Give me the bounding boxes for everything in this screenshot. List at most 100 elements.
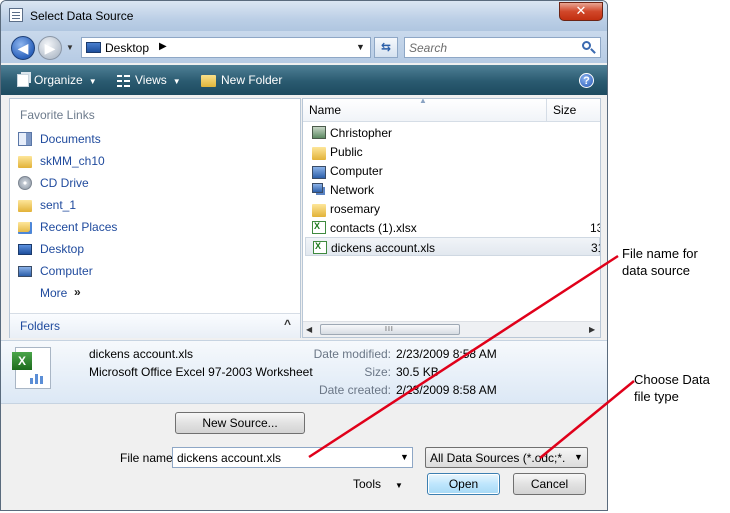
excel-logo-icon: X — [12, 352, 32, 370]
refresh-button[interactable]: ⇆ — [374, 37, 398, 58]
search-box[interactable] — [404, 37, 601, 58]
folder-icon — [312, 147, 326, 160]
chevron-down-icon: ▼ — [395, 481, 403, 490]
date-modified-label: Date modified: — [313, 347, 391, 361]
organize-icon — [17, 74, 29, 88]
new-folder-label: New Folder — [221, 73, 283, 87]
new-source-button[interactable]: New Source... — [175, 412, 305, 434]
file-name: dickens account.xls — [331, 241, 436, 255]
back-button[interactable]: ◀ — [11, 36, 35, 60]
more-links-button[interactable]: More » — [16, 283, 286, 305]
favorite-link-documents[interactable]: Documents — [16, 129, 286, 151]
horizontal-scrollbar[interactable]: ◀ III ▶ — [303, 321, 600, 337]
command-toolbar: Organize ▼ Views ▼ New Folder ? — [1, 65, 607, 95]
chevron-down-icon[interactable]: ▼ — [574, 452, 583, 462]
file-list: Name ▲ Size Christopher Public Computer … — [302, 98, 601, 338]
favorite-link-recent-places[interactable]: Recent Places — [16, 217, 286, 239]
open-button[interactable]: Open — [427, 473, 500, 495]
close-button[interactable]: ✕ — [559, 2, 603, 21]
detail-file-type: Microsoft Office Excel 97-2003 Worksheet — [89, 365, 313, 379]
favorite-link-computer[interactable]: Computer — [16, 261, 286, 283]
file-name: rosemary — [330, 202, 381, 216]
folder-icon — [18, 156, 32, 168]
help-icon[interactable]: ? — [579, 73, 594, 88]
file-name-label: File name: — [120, 451, 177, 465]
file-size: 31 — [591, 241, 600, 255]
more-label: More — [40, 286, 68, 300]
favorite-link-cd-drive[interactable]: CD Drive — [16, 173, 286, 195]
forward-button[interactable]: ▶ — [38, 36, 62, 60]
views-button[interactable]: Views ▼ — [117, 65, 181, 95]
organize-button[interactable]: Organize ▼ — [17, 65, 97, 95]
file-type-select[interactable]: All Data Sources (*.odc;*.mdb;*.mde;*.ac… — [425, 447, 588, 468]
size-label: Size: — [364, 365, 391, 379]
scroll-thumb[interactable]: III — [320, 324, 460, 335]
folders-toggle[interactable]: Folders ^ — [10, 313, 300, 338]
window-title: Select Data Source — [30, 9, 134, 23]
back-arrow-icon: ◀ — [17, 40, 29, 56]
favorite-link-label: Computer — [40, 264, 93, 278]
favorite-link-label: Recent Places — [40, 220, 118, 234]
breadcrumb-arrow-icon[interactable]: ▶ — [159, 41, 167, 52]
address-bar[interactable]: Desktop ▶ ▼ — [81, 37, 371, 58]
sort-ascending-icon: ▲ — [419, 98, 427, 105]
computer-icon — [18, 266, 32, 277]
file-row[interactable]: Christopher — [305, 123, 600, 142]
scroll-right-icon[interactable]: ▶ — [589, 325, 595, 334]
file-row[interactable]: Network — [305, 180, 600, 199]
user-folder-icon — [312, 126, 326, 139]
close-icon: ✕ — [575, 3, 587, 18]
column-header-name[interactable]: Name — [309, 103, 341, 117]
favorite-link-label: sent_1 — [40, 198, 77, 212]
file-size: 13 — [590, 221, 600, 235]
file-name: Network — [330, 183, 375, 197]
cancel-button[interactable]: Cancel — [513, 473, 586, 495]
file-row[interactable]: Public — [305, 142, 600, 161]
favorite-link-skmm-ch10[interactable]: skMM_ch10 — [16, 151, 286, 173]
views-label: Views — [135, 73, 167, 87]
favorite-links-header: Favorite Links — [20, 108, 95, 122]
column-header-size[interactable]: Size — [553, 103, 576, 117]
address-location[interactable]: Desktop — [105, 41, 149, 55]
file-row[interactable]: Computer — [305, 161, 600, 180]
scroll-grip-icon: III — [385, 326, 394, 333]
chevron-down-icon: ▼ — [88, 77, 97, 86]
scroll-left-icon[interactable]: ◀ — [306, 325, 312, 334]
new-folder-button[interactable]: New Folder — [201, 65, 282, 95]
file-name: Christopher — [330, 126, 393, 140]
file-row[interactable]: contacts (1).xlsx 13 — [305, 218, 600, 237]
chevron-right-double-icon: » — [74, 285, 81, 299]
tools-label: Tools — [353, 477, 382, 491]
chevron-down-icon[interactable]: ▼ — [400, 452, 409, 462]
file-name-input[interactable] — [177, 450, 392, 465]
desktop-icon — [86, 42, 101, 53]
network-icon — [312, 183, 323, 193]
cd-drive-icon — [18, 176, 32, 190]
new-folder-icon — [201, 74, 216, 87]
address-dropdown-icon[interactable]: ▼ — [356, 42, 365, 52]
size-value: 30.5 KB — [396, 365, 439, 379]
favorite-link-desktop[interactable]: Desktop — [16, 239, 286, 261]
recent-pages-dropdown[interactable]: ▼ — [66, 43, 76, 53]
favorite-link-label: Desktop — [40, 242, 85, 256]
select-data-source-dialog: Select Data Source ✕ ◀ ▶ ▼ Desktop ▶ ▼ ⇆ — [0, 0, 608, 511]
favorite-link-label: Documents — [40, 132, 101, 146]
folders-label: Folders — [20, 319, 61, 333]
file-name-combobox[interactable]: ▼ — [172, 447, 413, 468]
favorite-link-sent-1[interactable]: sent_1 — [16, 195, 286, 217]
tools-button[interactable]: Tools ▼ — [353, 473, 415, 495]
callout-file-type: Choose Data file type — [634, 372, 710, 404]
search-input[interactable] — [409, 40, 577, 55]
address-row: ◀ ▶ ▼ Desktop ▶ ▼ ⇆ — [1, 31, 607, 63]
folder-icon — [18, 200, 32, 212]
search-icon[interactable] — [582, 41, 591, 50]
organize-label: Organize — [34, 73, 83, 87]
title-bar: Select Data Source ✕ — [1, 1, 607, 31]
file-row-selected[interactable]: dickens account.xls 31 — [305, 237, 600, 256]
folder-icon — [312, 204, 326, 217]
documents-icon — [18, 132, 32, 146]
forward-arrow-icon: ▶ — [44, 40, 56, 56]
column-divider[interactable] — [546, 99, 547, 121]
file-row[interactable]: rosemary — [305, 199, 600, 218]
chevron-up-icon: ^ — [284, 317, 292, 331]
